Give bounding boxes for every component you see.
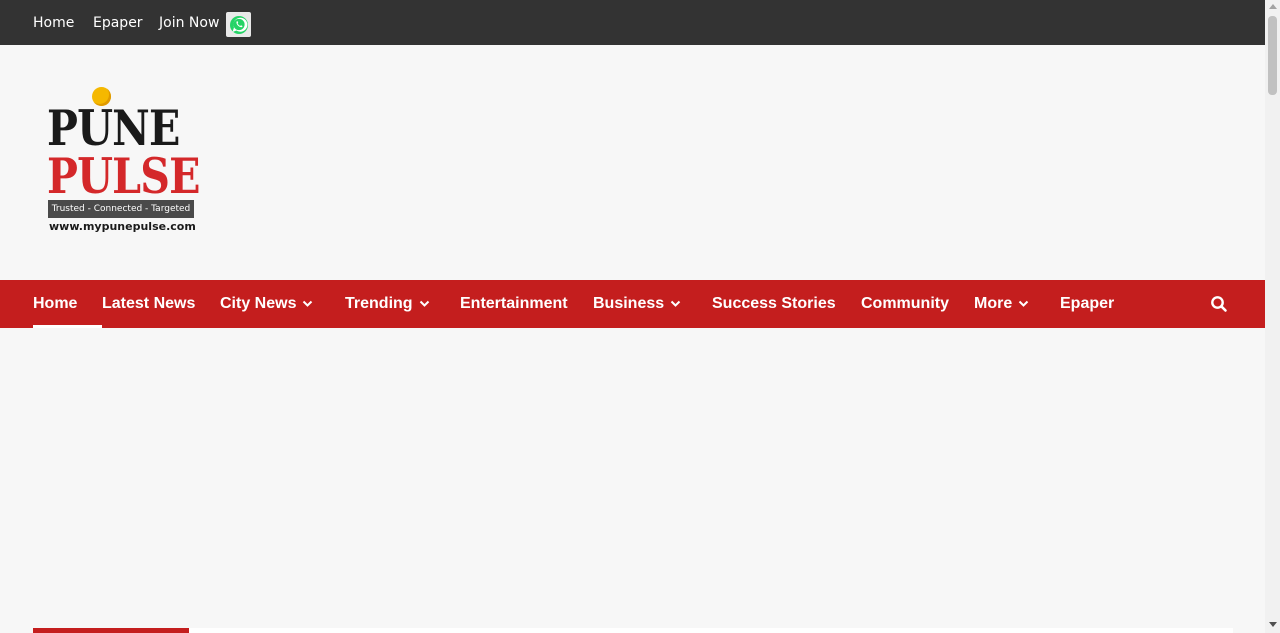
top-link-join-now[interactable]: Join Now	[159, 15, 219, 31]
scrollbar-thumb[interactable]	[1268, 16, 1277, 95]
scroll-down-arrow-icon[interactable]	[1269, 622, 1277, 627]
nav-business-label: Business	[593, 295, 665, 312]
nav-active-indicator	[33, 325, 102, 328]
logo-tagline: Trusted - Connected - Targeted	[48, 200, 194, 218]
search-icon[interactable]	[1210, 295, 1228, 313]
nav-success-stories[interactable]: Success Stories	[712, 280, 836, 328]
logo-line-pulse: PULSE	[47, 147, 201, 205]
nav-entertainment[interactable]: Entertainment	[460, 280, 568, 328]
top-link-epaper[interactable]: Epaper	[93, 15, 143, 31]
nav-trending[interactable]: Trending	[345, 280, 430, 328]
whatsapp-icon[interactable]	[226, 12, 251, 37]
nav-latest-news[interactable]: Latest News	[102, 280, 195, 328]
chevron-down-icon	[1018, 280, 1029, 327]
nav-entertainment-label: Entertainment	[460, 295, 568, 312]
logo-line-pune: PUNE	[47, 99, 180, 157]
top-link-home[interactable]: Home	[33, 15, 74, 31]
nav-latest-news-label: Latest News	[102, 295, 196, 312]
nav-more[interactable]: More	[974, 280, 1029, 328]
nav-community[interactable]: Community	[861, 280, 949, 328]
chevron-down-icon	[302, 280, 313, 327]
top-bar: Home Epaper Join Now	[0, 0, 1265, 45]
main-navigation: Home Latest News City News Trending Ente…	[0, 280, 1265, 328]
chevron-down-icon	[670, 280, 681, 327]
logo-url: www.mypunepulse.com	[49, 220, 196, 233]
nav-city-news[interactable]: City News	[220, 280, 313, 328]
nav-home[interactable]: Home	[33, 280, 77, 328]
nav-city-news-label: City News	[220, 295, 297, 312]
nav-community-label: Community	[861, 295, 949, 312]
page-scrollbar[interactable]	[1265, 0, 1280, 633]
nav-epaper-label: Epaper	[1060, 295, 1115, 312]
content-section-header	[33, 628, 1233, 633]
scroll-up-arrow-icon[interactable]	[1269, 4, 1277, 9]
nav-home-label: Home	[33, 295, 78, 312]
nav-business[interactable]: Business	[593, 280, 681, 328]
nav-success-stories-label: Success Stories	[712, 295, 836, 312]
chevron-down-icon	[419, 280, 430, 327]
nav-more-label: More	[974, 295, 1013, 312]
section-title-accent	[33, 628, 189, 633]
site-logo[interactable]: PUNE PULSE Trusted - Connected - Targete…	[47, 85, 201, 240]
nav-epaper[interactable]: Epaper	[1060, 280, 1114, 328]
nav-trending-label: Trending	[345, 295, 413, 312]
